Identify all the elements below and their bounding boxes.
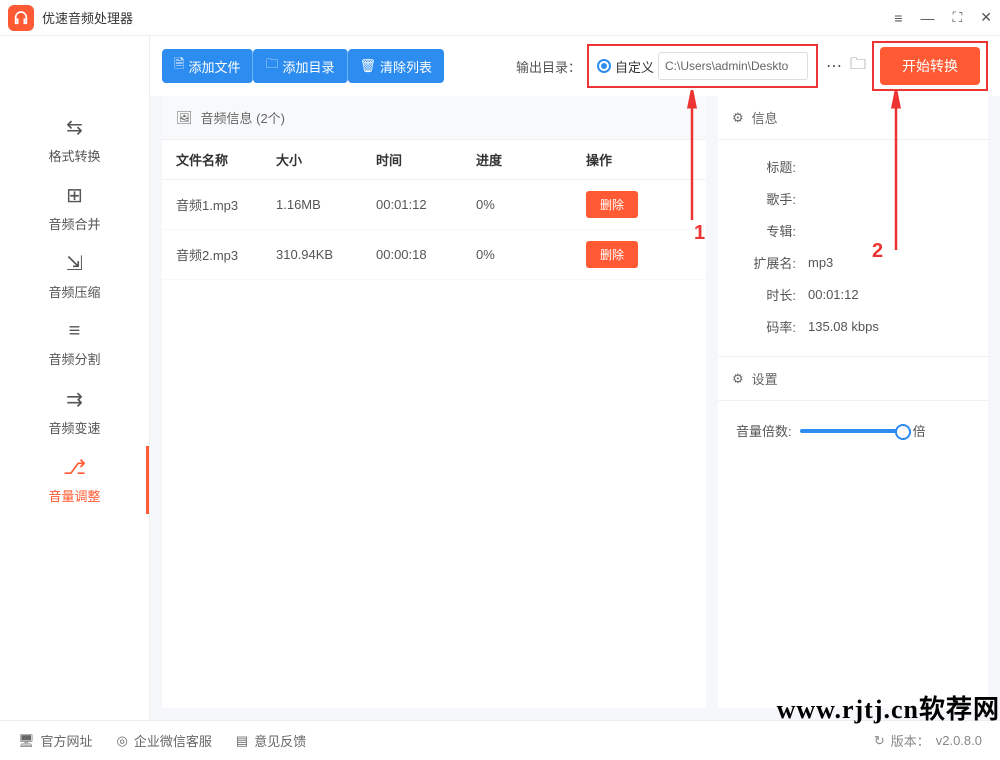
wechat-support-link[interactable]: ◎企业微信客服 [117,731,212,750]
sidebar-item-label: 音频合并 [48,214,100,233]
image-icon: 🖼 [176,110,193,126]
footer: 🖥官方网址 ◎企业微信客服 ▤意见反馈 ↻版本：v2.0.8.0 [0,720,1000,760]
version-info: ↻版本：v2.0.8.0 [874,731,982,750]
folder-icon: 🗀 [265,55,278,77]
file-icon: 🗎 [174,55,184,77]
gear-icon [732,110,744,126]
feedback-link[interactable]: ▤意见反馈 [236,731,306,750]
delete-button[interactable]: 删除 [586,191,638,218]
sidebar-item-label: 音频变速 [48,418,100,437]
annotation-arrow-1 [680,90,704,230]
annotation-arrow-2 [884,90,908,260]
add-file-button[interactable]: 🗎添加文件 [162,49,253,83]
volume-label: 音量倍数: [736,421,792,440]
volume-slider[interactable] [800,429,905,433]
more-icon[interactable]: ⋯ [826,56,842,76]
titlebar: 优速音频处理器 ≡ — ⛶ ✕ [0,0,1000,36]
clear-list-button[interactable]: 🗑清除列表 [348,49,445,83]
wechat-icon: ◎ [117,733,128,749]
custom-radio[interactable] [597,59,611,73]
menu-icon[interactable]: ≡ [894,10,902,26]
output-path-input[interactable] [658,52,808,80]
sidebar-item-label: 格式转换 [48,146,100,165]
table-row[interactable]: 音频1.mp3 1.16MB 00:01:12 0% 删除 [162,180,706,230]
annotation-1: 1 [694,222,705,245]
col-action: 操作 [586,150,656,169]
official-site-link[interactable]: 🖥官方网址 [18,731,93,750]
close-icon[interactable]: ✕ [980,9,992,26]
col-progress: 进度 [476,150,586,169]
sidebar-item-volume[interactable]: ⎇ 音量调整 [0,446,149,514]
col-name: 文件名称 [176,150,276,169]
volume-icon: ⎇ [63,455,86,480]
output-directory-area: 自定义 [587,44,818,88]
start-area: 开始转换 [872,41,988,91]
trash-icon: 🗑 [360,58,377,74]
split-icon: ≡ [69,320,81,343]
minimize-icon[interactable]: — [920,10,934,26]
delete-button[interactable]: 删除 [586,241,638,268]
add-folder-button[interactable]: 🗀添加目录 [253,49,347,83]
merge-icon: ⊞ [66,183,83,208]
feedback-icon: ▤ [236,733,248,749]
settings-header: 设置 [718,357,988,401]
refresh-icon[interactable]: ↻ [874,733,885,749]
annotation-2: 2 [872,240,883,263]
sidebar-item-format[interactable]: ⇆ 格式转换 [0,106,149,174]
volume-unit: 倍 [913,421,926,440]
custom-label: 自定义 [615,57,654,76]
gear-icon [732,371,744,387]
sidebar-item-merge[interactable]: ⊞ 音频合并 [0,174,149,242]
app-title: 优速音频处理器 [42,8,894,27]
info-header: 信息 [718,96,988,140]
sidebar-item-speed[interactable]: ⇉ 音频变速 [0,378,149,446]
col-time: 时间 [376,150,476,169]
compress-icon: ⇲ [66,251,83,276]
speed-icon: ⇉ [66,387,83,412]
volume-slider-row: 音量倍数: 倍 [718,401,988,460]
toolbar: 🗎添加文件 🗀添加目录 🗑清除列表 输出目录： 自定义 ⋯ 🗀 开始转换 [150,36,1000,96]
sidebar-item-split[interactable]: ≡ 音频分割 [0,310,149,378]
app-logo [8,5,34,31]
info-panel: 信息 标题: 歌手: 专辑: 扩展名:mp3 时长:00:01:12 码率:13… [718,96,988,708]
sidebar: ⇆ 格式转换 ⊞ 音频合并 ⇲ 音频压缩 ≡ 音频分割 ⇉ 音频变速 ⎇ 音量调整 [0,36,150,720]
sidebar-item-label: 音频压缩 [48,282,100,301]
col-size: 大小 [276,150,376,169]
table-header-row: 文件名称 大小 时间 进度 操作 [162,140,706,180]
convert-icon: ⇆ [66,115,83,140]
output-label: 输出目录： [516,57,581,76]
watermark: www.rjtj.cn软荐网 [777,689,1000,726]
browse-folder-icon[interactable]: 🗀 [850,53,866,80]
sidebar-item-label: 音量调整 [48,486,100,505]
sidebar-item-label: 音频分割 [48,349,100,368]
maximize-icon[interactable]: ⛶ [952,9,962,26]
file-list-header: 🖼音频信息 (2个) [162,96,706,140]
globe-icon: 🖥 [18,733,35,749]
start-convert-button[interactable]: 开始转换 [880,47,980,85]
file-list-panel: 🖼音频信息 (2个) 文件名称 大小 时间 进度 操作 音频1.mp3 1.16… [162,96,706,708]
sidebar-item-compress[interactable]: ⇲ 音频压缩 [0,242,149,310]
table-row[interactable]: 音频2.mp3 310.94KB 00:00:18 0% 删除 [162,230,706,280]
